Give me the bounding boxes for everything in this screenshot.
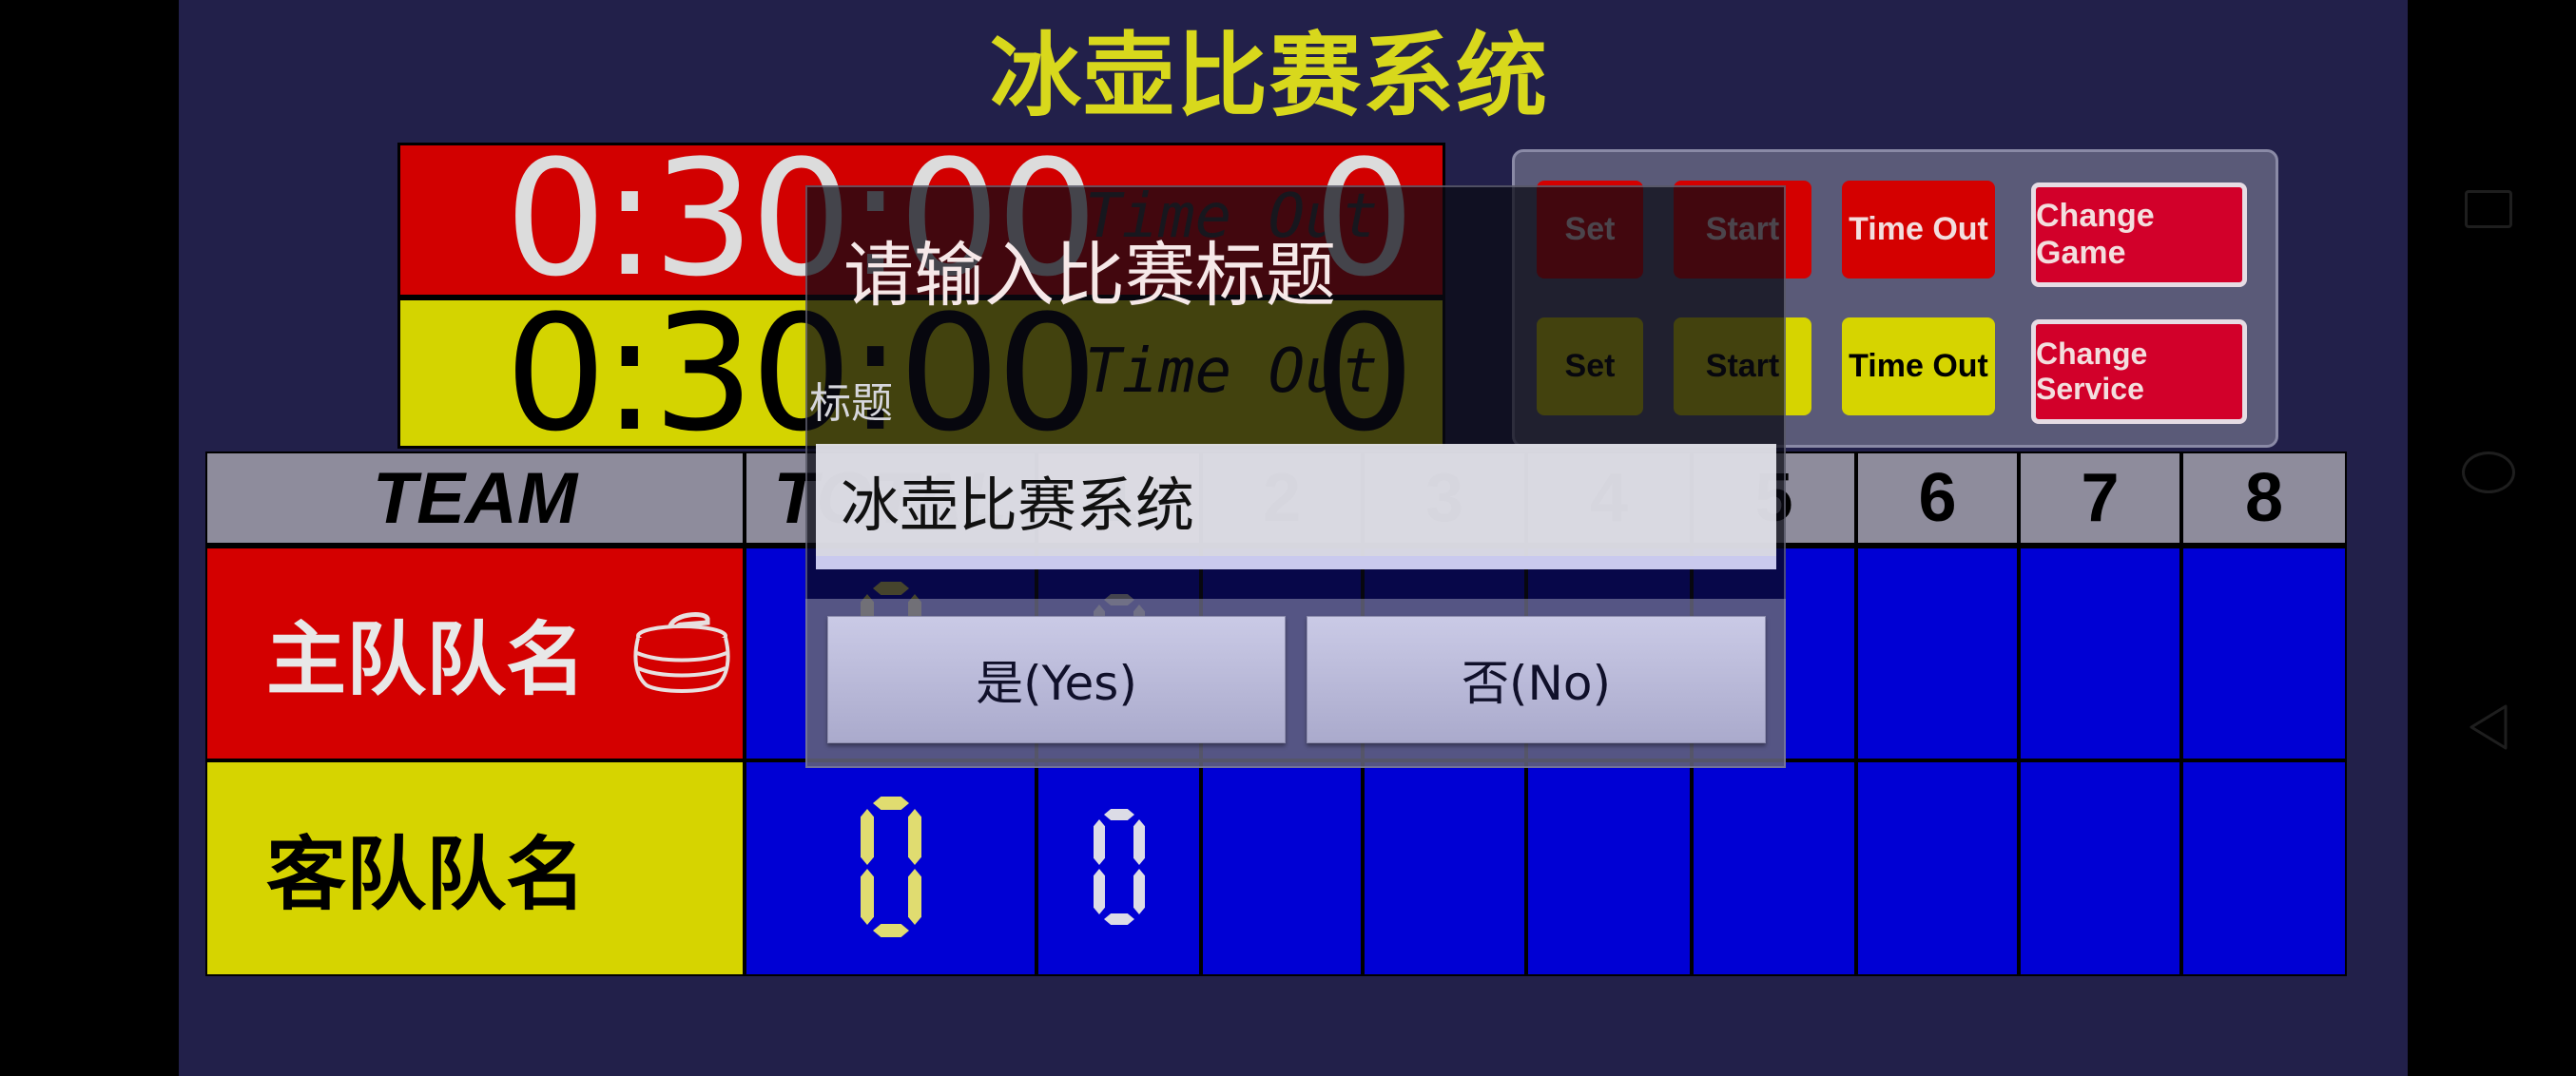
home-end-6-score[interactable] (1858, 548, 2017, 759)
away-end-6-score[interactable] (1858, 762, 2017, 974)
away-end-7-score[interactable] (2021, 762, 2179, 974)
match-title-input[interactable] (816, 444, 1776, 569)
dialog-title: 请输入比赛标题 (843, 235, 1336, 317)
away-end-1-value (1093, 808, 1146, 930)
no-button[interactable]: 否(No) (1307, 616, 1766, 743)
change-service-button[interactable]: Change Service (2031, 319, 2247, 424)
recent-apps-icon[interactable] (2464, 190, 2512, 228)
yes-button[interactable]: 是(Yes) (827, 616, 1286, 743)
away-total-score[interactable] (746, 762, 1035, 974)
home-team-name: 主队队名 (266, 613, 587, 706)
away-end-8-score[interactable] (2183, 762, 2345, 974)
away-end-1-score[interactable] (1038, 762, 1199, 974)
dialog-field-label: 标题 (809, 379, 893, 428)
home-team-cell[interactable]: 主队队名 (207, 548, 743, 759)
away-end-3-score[interactable] (1365, 762, 1524, 974)
change-game-button[interactable]: Change Game (2031, 183, 2247, 287)
left-letterbox (0, 0, 179, 1076)
curling-stone-icon (631, 609, 732, 697)
home-end-7-score[interactable] (2021, 548, 2179, 759)
system-nav-bar (2408, 0, 2576, 1076)
away-team-cell[interactable]: 客队队名 (207, 762, 743, 974)
home-timeout-button[interactable]: Time Out (1842, 181, 1995, 279)
away-end-2-score[interactable] (1203, 762, 1361, 974)
header-end-8: 8 (2183, 453, 2345, 543)
header-team: TEAM (207, 453, 743, 543)
header-end-6: 6 (1858, 453, 2017, 543)
home-end-8-score[interactable] (2183, 548, 2345, 759)
app-title: 冰壶比赛系统 (990, 23, 1549, 129)
away-total-value (860, 796, 922, 942)
away-timeout-button[interactable]: Time Out (1842, 317, 1995, 415)
home-icon[interactable] (2461, 452, 2515, 493)
away-end-5-score[interactable] (1694, 762, 1854, 974)
header-end-7: 7 (2021, 453, 2179, 543)
away-end-4-score[interactable] (1528, 762, 1690, 974)
away-team-name: 客队队名 (266, 828, 587, 921)
